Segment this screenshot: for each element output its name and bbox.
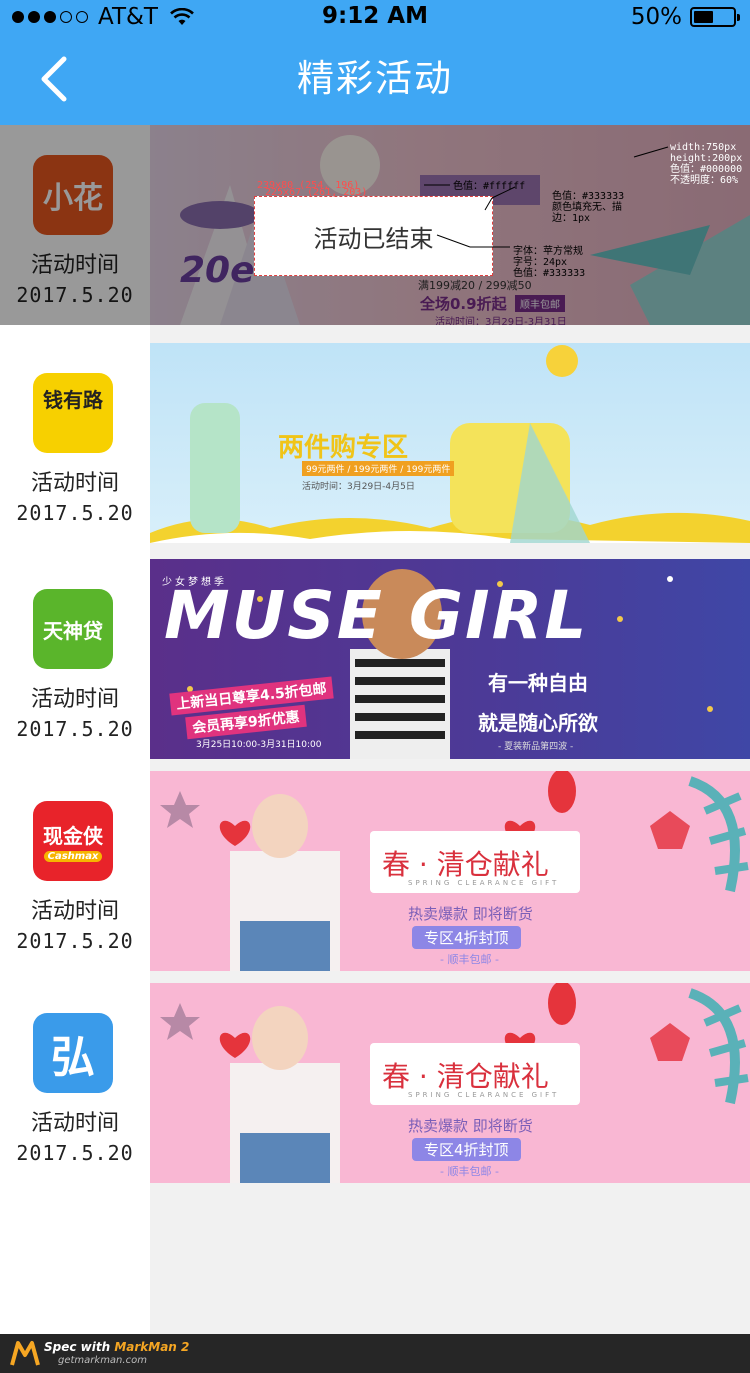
banner-sub: 热卖爆款 即将断货 [408, 905, 533, 923]
app-logo-subtext: Cashmax [43, 851, 103, 862]
app-logo-text: 弘 [51, 1032, 95, 1083]
battery-icon [690, 7, 740, 27]
activity-date: 2017.5.20 [16, 929, 134, 953]
status-bar: AT&T 9:12 AM 50% [0, 0, 750, 33]
banner-headline: 两件购专区 [278, 433, 409, 463]
activity-time-label: 活动时间 [30, 687, 119, 712]
banner-headline: 春 · 清仓献礼 [382, 848, 549, 881]
activity-row[interactable]: 小花 活动时间 2017.5.20 20e 满199减20 / 299减50 全… [0, 125, 750, 325]
spec-inner-size: 225x67 (261, 203) [265, 187, 368, 198]
footer-brand: Spec with MarkMan 2 [44, 1340, 189, 1354]
banner-dates: 3月25日10:00-3月31日10:00 [196, 740, 322, 750]
spec-overlay: width:750px height:200px 色值：#000000 不透明度… [670, 142, 743, 186]
app-logo-text: 现金侠 [43, 824, 103, 848]
activity-app-info: 弘 活动时间 2017.5.20 [0, 983, 150, 1183]
footer-url[interactable]: getmarkman.com [58, 1355, 147, 1366]
activity-date: 2017.5.20 [16, 1141, 134, 1165]
activity-date: 2017.5.20 [16, 717, 134, 741]
spec-box-color: 色值：#ffffff [453, 181, 526, 192]
banner-sub: 99元两件 / 199元两件 / 199元两件 [302, 461, 455, 476]
activity-date: 2017.5.20 [16, 501, 134, 525]
activity-banner[interactable]: 春 · 清仓献礼 SPRING CLEARANCE GIFT 热卖爆款 即将断货… [150, 983, 750, 1183]
status-right: 50% [630, 3, 740, 31]
app-logo-xianjinxia: 现金侠 Cashmax [33, 801, 113, 881]
spec-lines [424, 146, 669, 248]
page-title: 精彩活动 [297, 57, 453, 100]
battery-fill [694, 11, 713, 23]
banner-right1: 有一种自由 [488, 671, 588, 695]
activity-row[interactable]: 天神贷 活动时间 2017.5.20 少女梦想季 MUSE GIRL 上新当日尊… [0, 559, 750, 759]
activity-time-label: 活动时间 [30, 1111, 119, 1136]
banner-sub: 热卖爆款 即将断货 [408, 1117, 533, 1135]
banner-foot: - 顺丰包邮 - [440, 1165, 499, 1178]
activity-app-info: 现金侠 Cashmax 活动时间 2017.5.20 [0, 771, 150, 971]
activity-banner[interactable]: 少女梦想季 MUSE GIRL 上新当日尊享4.5折包邮 会员再享9折优惠 3月… [150, 559, 750, 759]
banner-pill: 专区4折封顶 [412, 926, 521, 949]
activity-banner[interactable]: 两件购专区 99元两件 / 199元两件 / 199元两件 活动时间：3月29日… [150, 343, 750, 543]
banner-headline: 春 · 清仓献礼 [382, 1060, 549, 1093]
banner-eng: SPRING CLEARANCE GIFT [408, 1091, 560, 1099]
markman-footer: Spec with MarkMan 2 getmarkman.com [0, 1334, 750, 1373]
activity-banner[interactable]: 春 · 清仓献礼 SPRING CLEARANCE GIFT 热卖爆款 即将断货… [150, 771, 750, 971]
app-logo-qianyoulu: 钱有路 [33, 373, 113, 453]
banner-right2: 就是随心所欲 [478, 711, 598, 735]
footer-brand-name: MarkMan 2 [114, 1340, 190, 1354]
activity-row[interactable]: 钱有路 活动时间 2017.5.20 两件购专区 99元两件 / 199元两件 … [0, 343, 750, 543]
activity-row[interactable]: 弘 活动时间 2017.5.20 春 · 清仓献礼 SPRING CLEARAN… [0, 983, 750, 1183]
spec-text-color: 色值：#333333 颜色填充无、描 边：1px [552, 191, 625, 224]
activity-app-info: 钱有路 活动时间 2017.5.20 [0, 343, 150, 543]
banner-foot: - 顺丰包邮 - [440, 953, 499, 966]
battery-percent: 50% [630, 4, 682, 30]
spec-font: 字体：苹方常规 字号：24px 色值：#333333 [513, 246, 586, 279]
banner-pill: 专区4折封顶 [412, 1138, 521, 1161]
app-logo-hong: 弘 [33, 1013, 113, 1093]
banner-right3: - 夏装新品第四波 - [498, 742, 574, 752]
banner-decoration [150, 345, 750, 543]
activity-time-label: 活动时间 [30, 899, 119, 924]
footer-brand-prefix: Spec with [44, 1340, 111, 1354]
nav-bar: 精彩活动 [0, 33, 750, 125]
markman-logo-icon [10, 1341, 40, 1366]
banner-headline: MUSE GIRL [164, 577, 589, 654]
app-logo-text: 钱有路 [43, 387, 103, 412]
banner-dates: 活动时间：3月29日-4月5日 [302, 482, 415, 492]
activity-row[interactable]: 现金侠 Cashmax 活动时间 2017.5.20 春 · 清仓献礼 SPRI… [0, 771, 750, 971]
activity-app-info: 天神贷 活动时间 2017.5.20 [0, 559, 150, 759]
app-logo-tianshendai: 天神贷 [33, 589, 113, 669]
banner-eng: SPRING CLEARANCE GIFT [408, 879, 560, 887]
app-logo-text: 天神贷 [43, 618, 103, 643]
activity-time-label: 活动时间 [30, 471, 119, 496]
